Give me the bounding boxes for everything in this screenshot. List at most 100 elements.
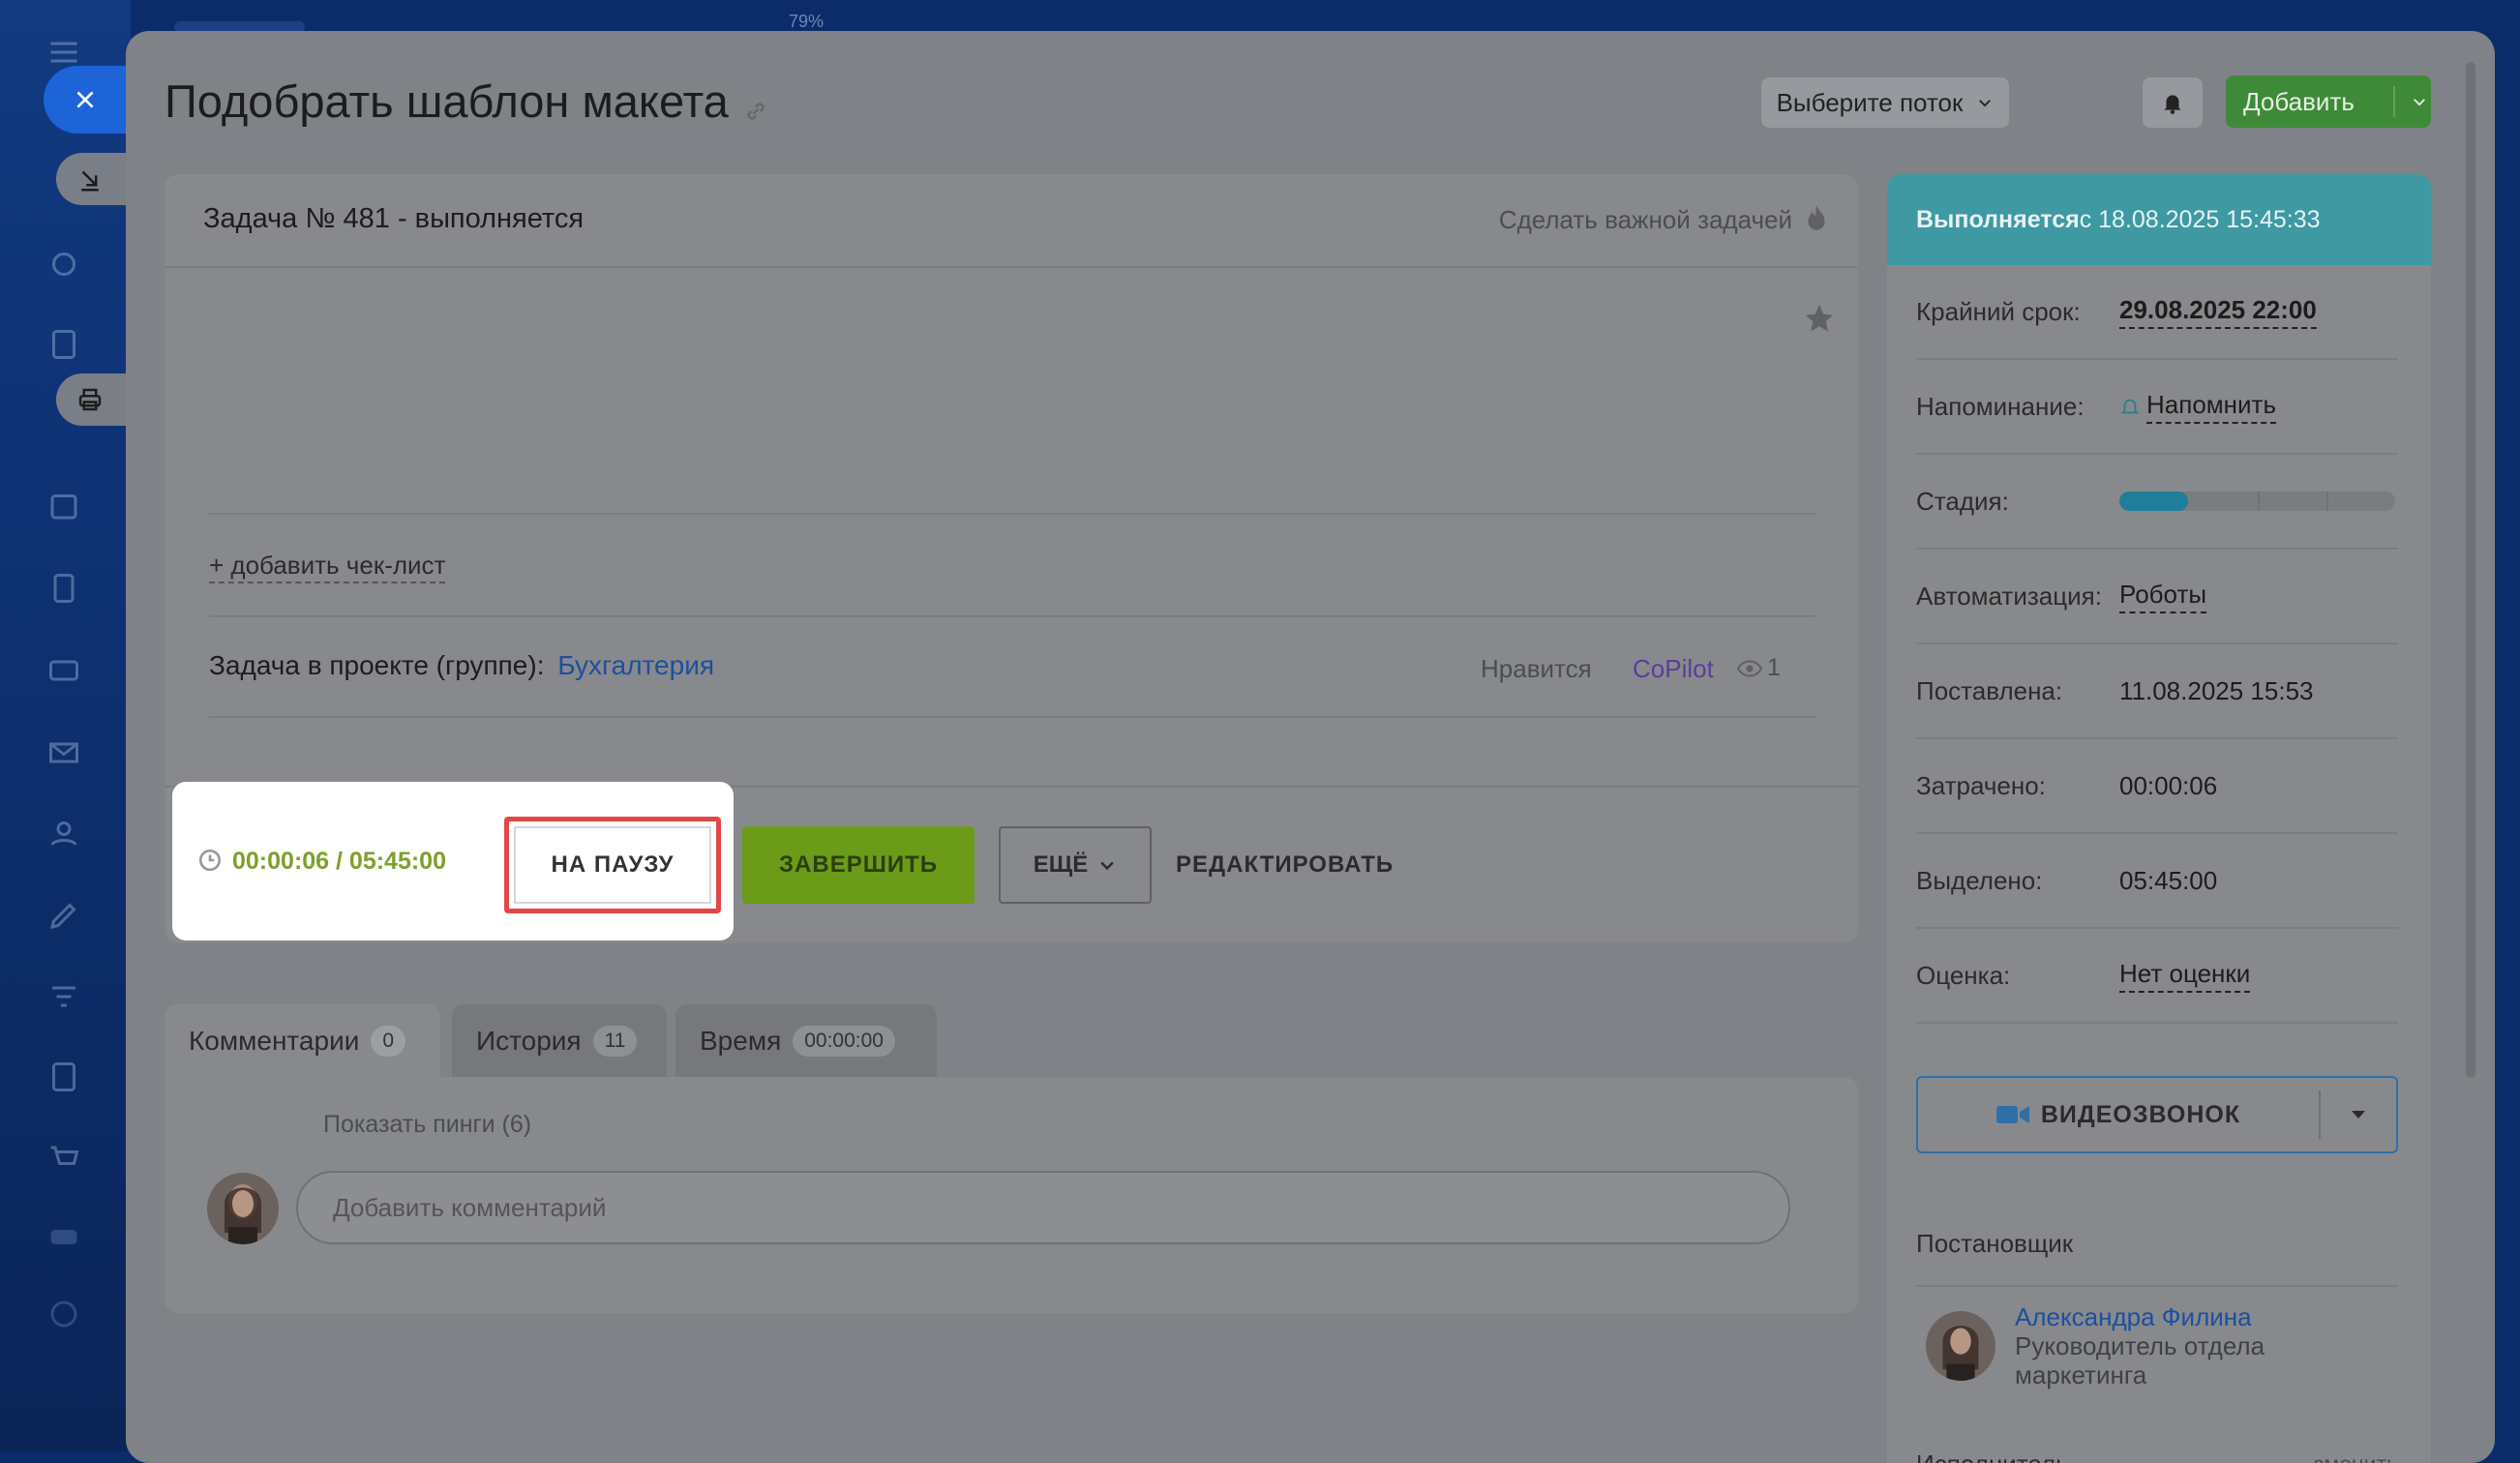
close-icon [76,91,94,108]
reminder-link[interactable]: Напомнить [2146,390,2276,424]
copilot-link[interactable]: CoPilot [1633,654,1714,684]
minimize-button[interactable] [56,153,131,205]
pause-button[interactable]: НА ПАУЗУ [514,826,711,904]
rating-link[interactable]: Нет оценки [2119,959,2251,993]
project-label: Задача в проекте (группе): [209,650,545,680]
more-button-label: ЕЩЁ [1033,851,1089,878]
creator-section: Постановщик [1916,1229,2398,1287]
spent-value: 00:00:06 [2119,770,2218,800]
flow-select[interactable]: Выберите поток [1761,77,2009,128]
video-call-button[interactable]: ВИДЕОЗВОНОК [1916,1076,2398,1153]
assignee-section: Исполнитель сменить [1916,1449,2398,1463]
puzzle-icon[interactable] [46,247,81,282]
tab-history-count: 11 [592,1025,638,1057]
creator-section-title: Постановщик [1916,1229,2074,1258]
comment-input[interactable]: Добавить комментарий [296,1171,1790,1244]
finish-button[interactable]: ЗАВЕРШИТЬ [742,826,975,904]
print-button[interactable] [56,373,131,426]
project-row: Задача в проекте (группе): Бухгалтерия [209,650,714,681]
automation-row: Автоматизация: Роботы [1916,550,2398,644]
stage-divider [2326,492,2328,511]
filter-icon[interactable] [46,979,81,1014]
divider [209,716,1815,718]
task-heading: Задача № 481 - выполняется [203,203,585,234]
video-call-label: ВИДЕОЗВОНОК [2040,1100,2241,1128]
left-sidebar [0,0,131,1451]
bell-icon [2120,399,2140,414]
task-panel: Подобрать шаблон макета Выберите поток Д… [126,31,2495,1463]
cart-icon[interactable] [46,1142,81,1177]
stage-progress-fill [2119,492,2189,511]
add-button-separator [2393,86,2395,117]
change-assignee-link[interactable]: сменить [2313,1451,2398,1463]
tab-time-label: Время [700,1025,782,1056]
stage-progress[interactable] [2119,492,2395,511]
timer-value: 00:00:06 / 05:45:00 [232,848,446,875]
video-call-dropdown[interactable] [2321,1109,2396,1120]
chevron-down-icon[interactable] [2411,93,2428,110]
edit-doc-icon[interactable] [46,1060,81,1094]
notifications-button[interactable] [2143,77,2203,128]
help-icon[interactable] [46,1297,81,1331]
arrow-down-right-icon [81,170,99,192]
stage-label: Стадия: [1916,486,2009,516]
more-button[interactable]: ЕЩЁ [999,826,1152,904]
eye-icon [1736,660,1763,676]
spent-label: Затрачено: [1916,770,2046,800]
divider [209,513,1815,515]
show-pings-link[interactable]: Показать пинги (6) [323,1111,531,1139]
deadline-value[interactable]: 29.08.2025 22:00 [2119,295,2317,329]
card-icon[interactable] [46,653,81,688]
deadline-row: Крайний срок: 29.08.2025 22:00 [1916,265,2398,360]
creator-role-line2: маркетинга [2015,1360,2147,1389]
divider [209,615,1815,617]
reminder-label: Напоминание: [1916,391,2085,421]
scrollbar[interactable] [2466,62,2475,1078]
tab-history-label: История [476,1025,582,1056]
tab-history[interactable]: История 11 [452,1004,667,1077]
project-link[interactable]: Бухгалтерия [557,650,714,680]
task-header: Задача № 481 - выполняется Сделать важно… [165,174,1858,268]
automation-link[interactable]: Роботы [2119,580,2207,613]
chat-icon[interactable] [46,1221,81,1256]
deadline-label: Крайний срок: [1916,296,2081,326]
add-button[interactable]: Добавить [2226,75,2431,128]
mail-icon[interactable] [46,735,81,770]
creator-name[interactable]: Александра Филина [2015,1302,2265,1331]
edit-button[interactable]: РЕДАКТИРОВАТЬ [1176,826,1394,904]
tab-time-value: 00:00:00 [793,1025,895,1057]
document-icon[interactable] [46,327,81,362]
created-value: 11.08.2025 15:53 [2119,675,2314,705]
reminder-row: Напоминание: Напомнить [1916,360,2398,455]
allotted-value: 05:45:00 [2119,865,2218,895]
calendar-icon[interactable] [46,489,81,523]
creator-role-line1: Руководитель отдела [2015,1331,2265,1360]
file-icon[interactable] [46,571,81,606]
tab-time[interactable]: Время 00:00:00 [675,1004,937,1077]
status-bar: Выполняется с 18.08.2025 15:45:33 [1887,174,2431,265]
link-icon[interactable] [742,82,769,135]
star-icon[interactable] [1803,302,1836,335]
created-row: Поставлена: 11.08.2025 15:53 [1916,644,2398,739]
tab-comments-count: 0 [371,1025,406,1057]
automation-label: Автоматизация: [1916,581,2102,611]
add-checklist-text: + добавить чек-лист [209,551,446,583]
add-checklist-link[interactable]: + добавить чек-лист [209,551,446,583]
spent-row: Затрачено: 00:00:06 [1916,739,2398,834]
rating-row: Оценка: Нет оценки [1916,929,2398,1024]
menu-icon[interactable] [46,35,81,70]
zoom-level: 79% [789,12,825,31]
contacts-icon[interactable] [46,816,81,851]
add-button-label: Добавить [2243,86,2355,116]
caret-down-icon [2352,1111,2365,1119]
tab-comments[interactable]: Комментарии 0 [165,1004,440,1077]
like-button[interactable]: Нравится [1481,654,1592,684]
creator-avatar[interactable] [1926,1311,1995,1381]
make-important-link[interactable]: Сделать важной задачей [1499,205,1792,235]
status-label: Выполняется [1916,205,2080,233]
flame-icon[interactable] [1804,203,1829,234]
page-title: Подобрать шаблон макета [165,75,765,128]
pen-icon[interactable] [46,898,81,933]
chevron-down-icon [1100,861,1114,871]
close-button[interactable] [44,66,131,134]
